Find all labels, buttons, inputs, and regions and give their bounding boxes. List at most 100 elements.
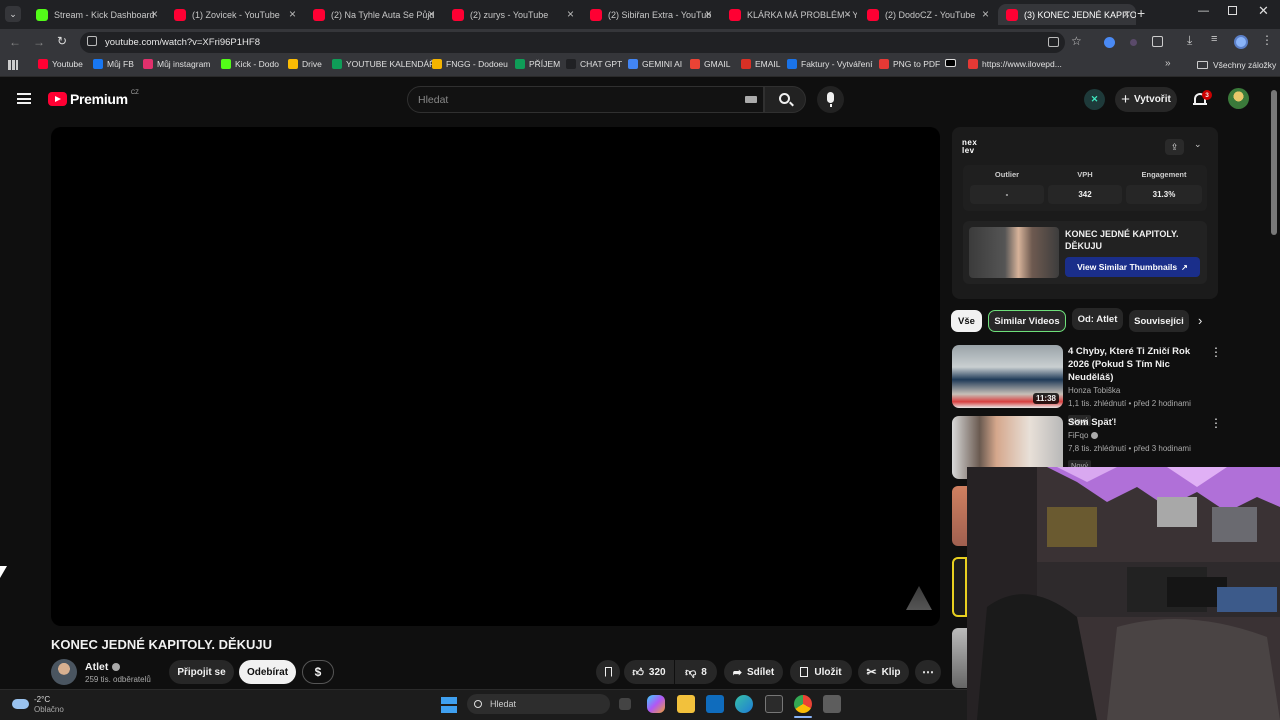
chip-similar-videos[interactable]: Similar Videos <box>988 310 1066 332</box>
card-thumbnail[interactable] <box>969 227 1059 278</box>
partial-thumbnail[interactable] <box>952 557 967 617</box>
close-tab-icon[interactable]: × <box>844 7 851 21</box>
bookmark-item[interactable] <box>945 59 960 67</box>
close-tab-icon[interactable]: × <box>705 7 712 21</box>
terminal-icon[interactable] <box>765 695 783 713</box>
bookmark-item[interactable]: FNGG - Dodoeu <box>432 59 508 69</box>
bookmark-item[interactable]: Drive <box>288 59 322 69</box>
bookmark-item[interactable]: CHAT GPT <box>566 59 622 69</box>
tab-list-button[interactable]: ⌄ <box>5 6 21 22</box>
close-tab-icon[interactable]: × <box>428 7 435 21</box>
weather-temperature[interactable]: -2°C <box>34 695 50 704</box>
youtube-logo[interactable]: Premium CZ <box>48 90 139 107</box>
all-bookmarks-label[interactable]: Všechny záložky <box>1213 60 1276 70</box>
site-info-icon[interactable] <box>87 36 97 46</box>
weather-cloud-icon[interactable] <box>12 699 29 709</box>
more-actions-button[interactable]: ⋯ <box>915 660 941 684</box>
hamburger-menu-icon[interactable] <box>17 93 31 104</box>
save-button[interactable]: Uložit <box>790 660 852 684</box>
like-button[interactable]: 👍︎ 320 <box>624 660 674 684</box>
search-input[interactable]: Hledat <box>407 86 764 113</box>
video-thumbnail[interactable]: 11:38 <box>952 345 1063 408</box>
extension-dot-icon[interactable] <box>1130 39 1137 46</box>
apps-grid-icon[interactable] <box>8 60 18 70</box>
panel-collapse-icon[interactable]: ⌄ <box>1194 139 1202 150</box>
bookmark-item[interactable]: Faktury - Vytváření <box>787 59 872 69</box>
taskbar-search[interactable]: Hledat <box>467 694 610 714</box>
copilot-icon[interactable] <box>647 695 665 713</box>
calculator-icon[interactable] <box>823 695 841 713</box>
address-bar[interactable]: youtube.com/watch?v=XFri96P1HF8 ☆ <box>80 32 1082 53</box>
video-channel[interactable]: Honza Tobiška <box>1068 384 1208 397</box>
file-explorer-icon[interactable] <box>677 695 695 713</box>
maximize-button[interactable] <box>1228 6 1237 15</box>
clip-button[interactable]: ✂ Klip <box>858 660 909 684</box>
bookmark-item[interactable]: Můj instagram <box>143 59 210 69</box>
outlook-icon[interactable] <box>706 695 724 713</box>
bookmarks-overflow-icon[interactable]: » <box>1165 58 1171 69</box>
thanks-button[interactable]: $ <box>302 660 334 684</box>
nexlev-extension-button[interactable]: ✕ <box>1084 89 1105 110</box>
join-button[interactable]: Připojit se <box>169 660 234 684</box>
extensions-puzzle-icon[interactable] <box>1152 36 1163 47</box>
partial-thumbnail[interactable] <box>952 486 967 546</box>
bookmark-item[interactable]: Kick - Dodo <box>221 59 279 69</box>
windows-start-icon[interactable] <box>441 697 457 713</box>
browser-tab[interactable]: (3) KONEC JEDNÉ KAPITO × <box>998 4 1136 25</box>
bookmark-item[interactable]: GEMINI AI <box>628 59 682 69</box>
chips-next-arrow-icon[interactable]: › <box>1198 313 1202 328</box>
video-menu-icon[interactable]: ⋮ <box>1210 416 1222 430</box>
keyboard-icon[interactable] <box>745 96 757 103</box>
extension-circle-icon[interactable] <box>1104 37 1115 48</box>
panel-share-icon[interactable]: ⇪ <box>1165 139 1184 155</box>
back-icon[interactable]: ← <box>9 35 21 49</box>
bookmark-item[interactable]: YOUTUBE KALENDÁŘ <box>332 59 435 69</box>
browser-tab[interactable]: (2) Na Tyhle Auta Se Půjd × <box>305 4 441 25</box>
forward-icon[interactable]: → <box>33 35 45 49</box>
chrome-icon[interactable] <box>794 695 812 713</box>
close-tab-icon[interactable]: × <box>289 7 296 21</box>
chip-from-channel[interactable]: Od: Atlet <box>1072 308 1123 330</box>
close-tab-icon[interactable]: × <box>1123 7 1130 21</box>
browser-tab[interactable]: Stream - Kick Dashboard × <box>28 4 164 25</box>
chip-all[interactable]: Vše <box>951 310 982 332</box>
page-scrollbar[interactable] <box>1271 90 1277 235</box>
bookmark-item[interactable]: https://www.ilovepd... <box>968 59 1062 69</box>
channel-watermark-icon[interactable] <box>906 586 932 610</box>
media-controls-icon[interactable]: ≡ <box>1211 33 1217 45</box>
view-similar-thumbnails-button[interactable]: View Similar Thumbnails ↗ <box>1065 257 1200 277</box>
channel-avatar[interactable] <box>51 659 77 685</box>
edge-icon[interactable] <box>735 695 753 713</box>
partial-thumbnail[interactable] <box>952 628 967 688</box>
save-to-watch-later-button[interactable] <box>596 660 620 684</box>
close-tab-icon[interactable]: × <box>982 7 989 21</box>
video-menu-icon[interactable]: ⋮ <box>1210 345 1222 359</box>
new-tab-button[interactable]: + <box>1137 5 1145 21</box>
video-title[interactable]: 4 Chyby, Které Ti Zničí Rok 2026 (Pokud … <box>1068 345 1208 384</box>
minimize-button[interactable]: — <box>1198 5 1209 17</box>
chip-related[interactable]: Souvisejíci <box>1129 310 1189 332</box>
recommended-video[interactable]: 11:38 4 Chyby, Které Ti Zničí Rok 2026 (… <box>952 345 1222 426</box>
download-icon[interactable]: ⤓ <box>1187 33 1192 48</box>
video-player[interactable] <box>51 127 940 626</box>
voice-search-button[interactable] <box>817 86 844 113</box>
account-avatar[interactable] <box>1228 88 1249 109</box>
bookmark-star-icon[interactable]: ☆ <box>1071 34 1082 48</box>
browser-tab[interactable]: (2) zurys - YouTube × <box>444 4 580 25</box>
video-channel[interactable]: FiFqo <box>1068 429 1208 442</box>
close-tab-icon[interactable]: × <box>151 7 158 21</box>
bookmark-item[interactable]: GMAIL <box>690 59 730 69</box>
bookmark-item[interactable]: EMAIL <box>741 59 781 69</box>
bookmark-item[interactable]: PNG to PDF <box>879 59 940 69</box>
dislike-button[interactable]: 👎︎ 8 <box>675 660 717 684</box>
close-window-button[interactable]: ✕ <box>1258 3 1269 19</box>
video-title[interactable]: Som Späť! <box>1068 416 1208 429</box>
share-button[interactable]: ➦ Sdílet <box>724 660 783 684</box>
task-view-icon[interactable] <box>619 698 631 710</box>
browser-menu-icon[interactable]: ⋮ <box>1261 33 1273 47</box>
browser-tab[interactable]: (1) Zovicek - YouTube × <box>166 4 302 25</box>
bookmark-item[interactable]: Youtube <box>38 59 83 69</box>
reload-icon[interactable]: ↻ <box>57 34 67 48</box>
close-tab-icon[interactable]: × <box>567 7 574 21</box>
profile-avatar[interactable] <box>1234 35 1248 49</box>
